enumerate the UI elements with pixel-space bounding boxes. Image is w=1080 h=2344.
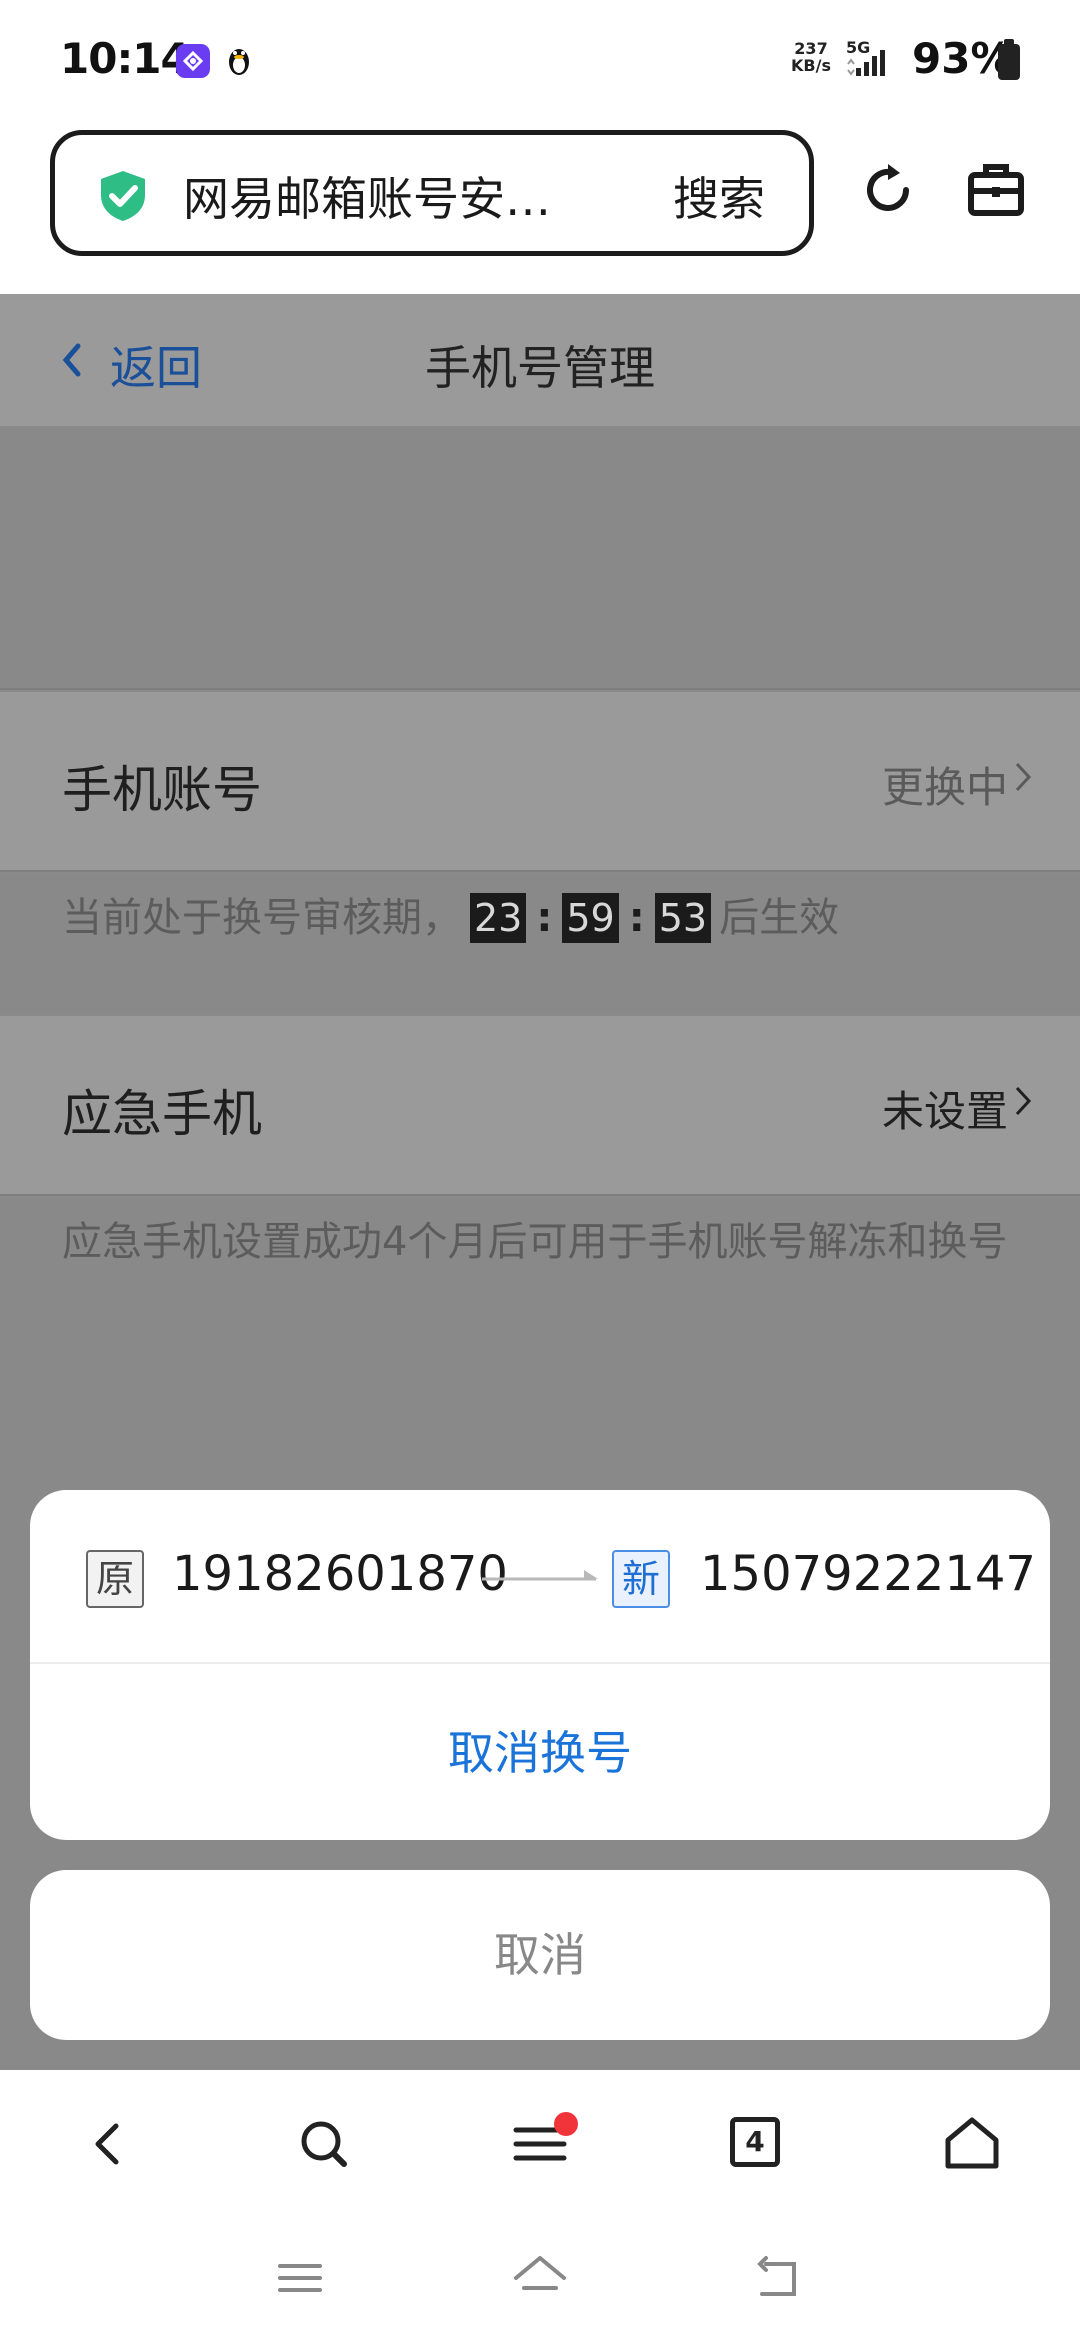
notification-badge xyxy=(554,2112,578,2136)
emergency-phone-label: 应急手机 xyxy=(62,1085,262,1143)
cancel-button[interactable]: 取消 xyxy=(30,1870,1050,2040)
number-change-summary: 原 19182601870 新 15079222147 xyxy=(30,1490,1050,1664)
countdown-seconds: 53 xyxy=(654,893,712,943)
emergency-phone-status: 未设置 xyxy=(881,1087,1008,1136)
phone-account-label: 手机账号 xyxy=(62,761,262,819)
network-speed-value: 237 xyxy=(794,39,828,58)
phone-account-status: 更换中 xyxy=(881,763,1008,812)
address-bar[interactable]: 网易邮箱账号安… 搜索 xyxy=(50,130,814,256)
change-number-sheet: 原 19182601870 新 15079222147 取消换号 xyxy=(30,1490,1050,1840)
network-speed-unit: KB/s xyxy=(791,56,831,75)
system-navigation-bar xyxy=(0,2220,1080,2344)
tabs-button[interactable]: 4 xyxy=(730,2117,780,2167)
page-header: 返回 手机号管理 xyxy=(0,294,1080,426)
qq-penguin-icon xyxy=(222,44,256,78)
countdown-separator: : xyxy=(628,895,645,941)
phone-account-row[interactable]: 手机账号 更换中 xyxy=(0,692,1080,872)
new-number: 15079222147 xyxy=(700,1546,1036,1602)
recent-apps-icon[interactable] xyxy=(270,2248,330,2308)
page-title: 手机号管理 xyxy=(425,341,655,395)
cancel-number-change-button[interactable]: 取消换号 xyxy=(30,1666,1050,1840)
network-speed: 237 KB/s xyxy=(788,40,834,74)
search-icon[interactable] xyxy=(294,2114,354,2174)
security-shield-icon xyxy=(97,169,149,223)
app-notification-icon xyxy=(176,44,210,78)
chevron-right-icon xyxy=(1014,1084,1032,1118)
address-text[interactable]: 网易邮箱账号安… xyxy=(183,163,603,229)
countdown-hours: 23 xyxy=(470,893,527,943)
battery-icon xyxy=(998,39,1020,80)
old-number-tag: 原 xyxy=(86,1550,144,1608)
review-notice-prefix: 当前处于换号审核期， xyxy=(62,895,462,941)
browser-toolbar: 网易邮箱账号安… 搜索 xyxy=(0,120,1080,294)
banner-area xyxy=(0,426,1080,690)
chevron-right-icon xyxy=(1014,760,1032,794)
review-notice: 当前处于换号审核期， 23:59:53 后生效 xyxy=(0,874,1080,1014)
emergency-note-text: 应急手机设置成功4个月后可用于手机账号解冻和换号 xyxy=(62,1219,1008,1265)
signal-icon: 5G xyxy=(846,38,906,80)
new-number-tag: 新 xyxy=(612,1550,670,1608)
review-notice-suffix: 后生效 xyxy=(719,895,840,941)
status-bar: 10:14 237 KB/s 5G 93% xyxy=(0,0,1080,120)
status-time: 10:14 xyxy=(60,34,190,83)
back-icon[interactable] xyxy=(78,2114,138,2174)
back-nav-icon[interactable] xyxy=(750,2248,810,2308)
old-number: 19182601870 xyxy=(172,1546,508,1602)
home-icon[interactable] xyxy=(942,2114,1002,2174)
toolbox-icon[interactable] xyxy=(966,160,1026,220)
review-notice-text: 当前处于换号审核期， 23:59:53 后生效 xyxy=(62,888,839,948)
reload-icon[interactable] xyxy=(858,160,918,220)
browser-bottom-toolbar: 4 xyxy=(0,2070,1080,2220)
countdown-minutes: 59 xyxy=(562,893,619,943)
home-nav-icon[interactable] xyxy=(510,2248,570,2308)
countdown-separator: : xyxy=(536,895,553,941)
arrow-right-icon xyxy=(480,1564,602,1594)
search-button[interactable]: 搜索 xyxy=(673,163,765,229)
emergency-phone-row[interactable]: 应急手机 未设置 xyxy=(0,1016,1080,1196)
